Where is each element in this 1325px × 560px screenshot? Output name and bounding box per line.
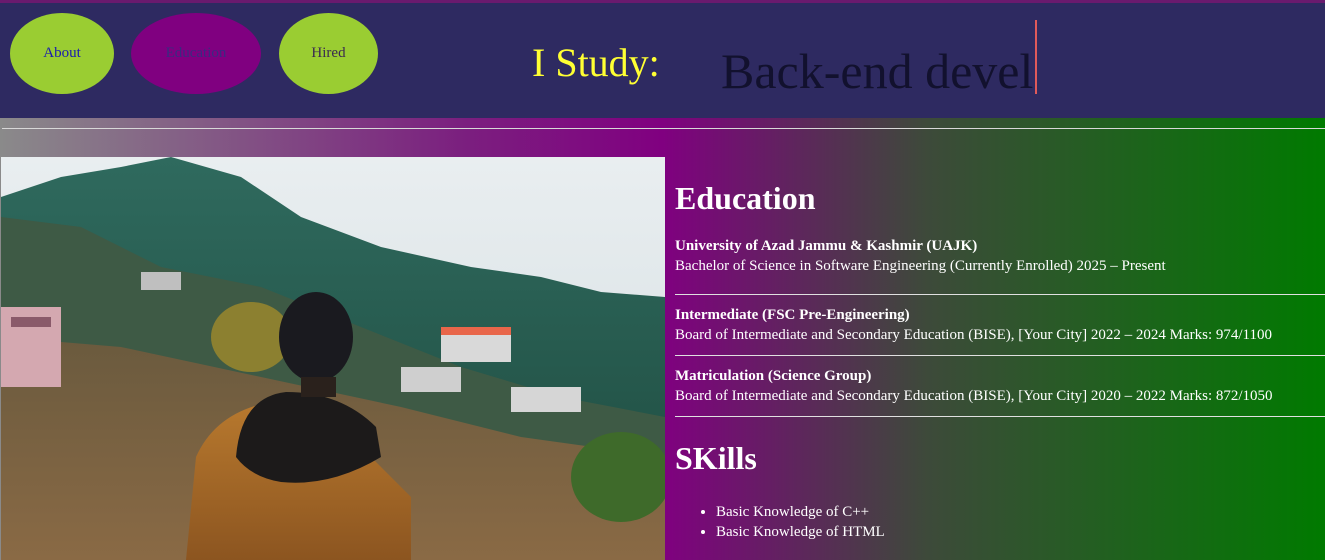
header-divider <box>2 128 1325 129</box>
skill-item: Basic Knowledge of C++ <box>716 502 1315 522</box>
education-section: Education University of Azad Jammu & Kas… <box>675 170 1325 542</box>
education-item-title: Matriculation (Science Group) <box>675 368 872 384</box>
education-item: Matriculation (Science Group) Board of I… <box>675 366 1315 406</box>
skills-heading: SKills <box>675 440 757 476</box>
education-item-title: University of Azad Jammu & Kashmir (UAJK… <box>675 238 978 254</box>
study-label: I Study: <box>532 40 660 85</box>
education-item-title: Intermediate (FSC Pre-Engineering) <box>675 307 910 323</box>
skill-item: Basic Knowledge of HTML <box>716 522 1315 542</box>
nav-about-button[interactable]: About <box>10 13 114 94</box>
education-divider <box>675 416 1325 417</box>
education-item: Intermediate (FSC Pre-Engineering) Board… <box>675 305 1315 345</box>
education-item: University of Azad Jammu & Kashmir (UAJK… <box>675 236 1315 276</box>
education-item-detail: Bachelor of Science in Software Engineer… <box>675 258 1166 274</box>
nav-hired-button[interactable]: Hired <box>279 13 378 94</box>
education-item-detail: Board of Intermediate and Secondary Educ… <box>675 388 1273 404</box>
education-divider <box>675 294 1325 295</box>
education-item-detail: Board of Intermediate and Secondary Educ… <box>675 327 1272 343</box>
nav-education-button[interactable]: Education <box>131 13 261 94</box>
header-bar: About Education Hired I Study: Back-end … <box>0 0 1325 118</box>
skills-list: Basic Knowledge of C++ Basic Knowledge o… <box>675 502 1315 542</box>
profile-photo <box>1 157 665 560</box>
education-heading: Education <box>675 180 816 216</box>
education-divider <box>675 355 1325 356</box>
typing-text: Back-end devel <box>721 20 1038 99</box>
